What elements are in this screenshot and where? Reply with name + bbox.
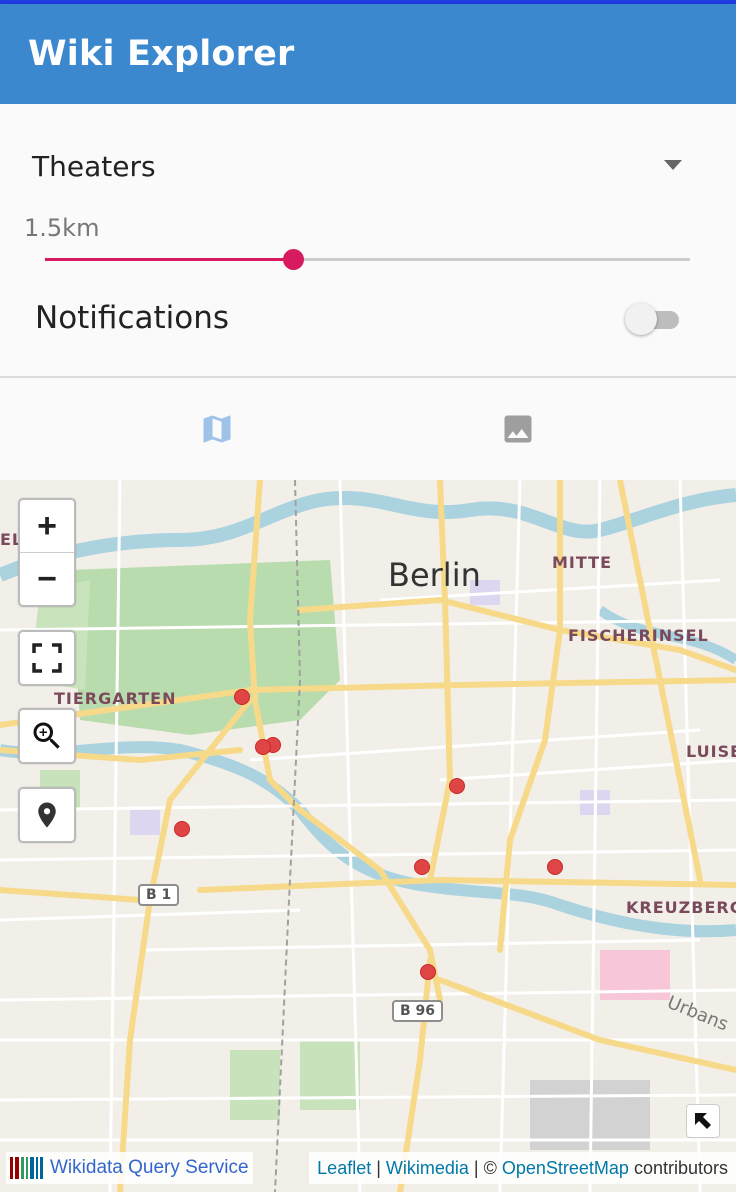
road-shield-b1: B 1 <box>138 884 180 906</box>
zoom-control: + − <box>18 498 76 607</box>
road-shield-b96: B 96 <box>392 1000 444 1022</box>
map-label-kreuzberg: KREUZBERG <box>626 898 736 917</box>
category-value: Theaters <box>32 150 156 183</box>
dropdown-arrow-icon <box>664 160 682 170</box>
theater-marker[interactable] <box>449 778 465 794</box>
attribution-contributors: contributors <box>628 1157 728 1178</box>
app-bar: Wiki Explorer <box>0 4 736 104</box>
view-tabs <box>0 378 736 480</box>
map-view[interactable]: Berlin MITTE FISCHERINSEL TIERGARTEN LUI… <box>0 480 736 1192</box>
map-label-mitte: MITTE <box>552 553 612 572</box>
category-select[interactable]: Theaters <box>32 150 692 190</box>
toggle-knob <box>625 303 657 335</box>
theater-marker[interactable] <box>420 964 436 980</box>
tab-images[interactable] <box>368 378 736 480</box>
map-label-fischerinsel: FISCHERINSEL <box>568 626 709 645</box>
map-attribution: Leaflet | Wikimedia | © OpenStreetMap co… <box>309 1152 736 1184</box>
map-label-luise: LUISE <box>686 742 736 761</box>
filter-panel: Theaters 1.5km Notifications <box>0 104 736 378</box>
query-service-link[interactable]: Wikidata Query Service <box>50 1157 249 1179</box>
app-title: Wiki Explorer <box>28 34 295 74</box>
zoom-to-fit-button[interactable] <box>20 710 74 762</box>
fullscreen-icon <box>32 643 62 673</box>
wikimedia-link[interactable]: Wikimedia <box>386 1158 469 1179</box>
zoom-to-fit-control <box>18 708 76 764</box>
locate-control <box>18 787 76 843</box>
wikidata-logo-icon <box>10 1157 43 1179</box>
slider-thumb[interactable] <box>283 249 305 270</box>
attribution-copyright: | © <box>468 1157 502 1178</box>
attribution-separator: | <box>371 1157 386 1178</box>
slider-track <box>45 258 294 261</box>
expand-arrow-icon <box>695 1113 711 1129</box>
query-service-attribution: Wikidata Query Service <box>6 1152 253 1184</box>
fullscreen-button[interactable] <box>20 632 74 684</box>
fullscreen-control <box>18 630 76 686</box>
radius-slider[interactable] <box>45 248 690 272</box>
theater-marker[interactable] <box>547 859 563 875</box>
theater-marker[interactable] <box>174 821 190 837</box>
leaflet-link[interactable]: Leaflet <box>317 1158 371 1179</box>
zoom-in-button[interactable]: + <box>20 500 74 552</box>
map-label-tiergarten: TIERGARTEN <box>54 689 177 708</box>
image-icon <box>504 415 532 443</box>
zoom-magnifier-icon <box>33 722 60 749</box>
location-pin-icon <box>38 802 56 828</box>
radius-label: 1.5km <box>24 214 100 242</box>
theater-marker[interactable] <box>234 689 250 705</box>
openstreetmap-link[interactable]: OpenStreetMap <box>502 1158 629 1179</box>
tab-map[interactable] <box>0 378 368 480</box>
theater-marker[interactable] <box>255 739 271 755</box>
theater-marker[interactable] <box>414 859 430 875</box>
map-icon <box>203 415 231 443</box>
notifications-label: Notifications <box>35 300 230 336</box>
map-label-city: Berlin <box>388 556 481 594</box>
notifications-toggle[interactable] <box>625 303 681 335</box>
expand-button[interactable] <box>686 1104 720 1138</box>
map-tiles <box>0 480 736 1192</box>
zoom-out-button[interactable]: − <box>20 553 74 605</box>
locate-button[interactable] <box>20 789 74 841</box>
